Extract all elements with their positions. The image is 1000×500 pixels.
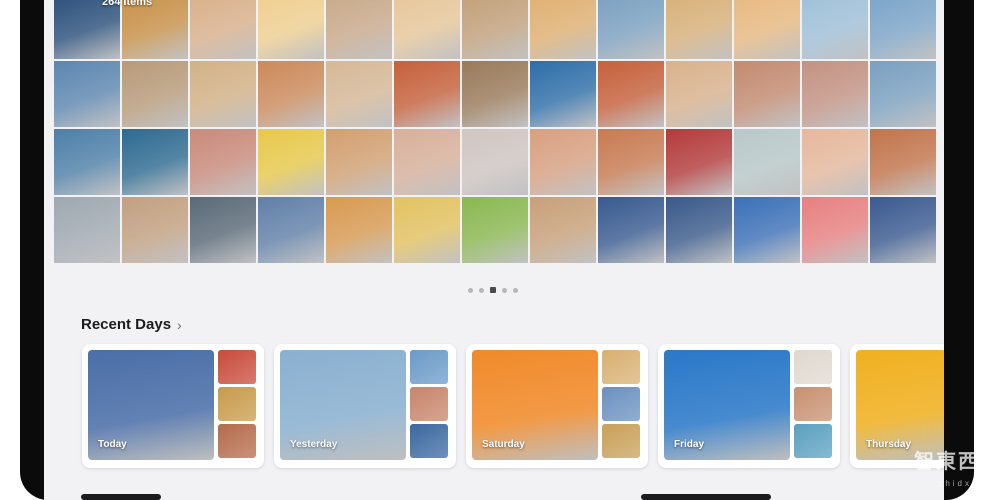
recent-day-card[interactable]: Friday bbox=[658, 344, 840, 468]
photo-thumbnail[interactable] bbox=[734, 61, 800, 127]
photo-thumbnail[interactable] bbox=[122, 0, 188, 59]
photo-thumbnail[interactable] bbox=[802, 129, 868, 195]
photo-thumbnail[interactable] bbox=[54, 129, 120, 195]
day-side-thumbnails bbox=[602, 350, 640, 462]
grid-pager[interactable] bbox=[468, 287, 518, 293]
photo-thumbnail[interactable] bbox=[598, 197, 664, 263]
side-thumbnail bbox=[218, 350, 256, 384]
photo-thumbnail[interactable] bbox=[462, 61, 528, 127]
day-label: Saturday bbox=[482, 439, 525, 450]
day-side-thumbnails bbox=[410, 350, 448, 462]
side-thumbnail bbox=[602, 424, 640, 458]
day-side-thumbnails bbox=[218, 350, 256, 462]
recent-day-card[interactable]: Today bbox=[82, 344, 264, 468]
pager-dot[interactable] bbox=[468, 287, 473, 293]
photos-screen: 264 Items Recent Days › Today Yesterday Sa… bbox=[44, 0, 944, 500]
day-cover-photo: Thursday bbox=[856, 350, 944, 460]
day-side-thumbnails bbox=[794, 350, 832, 462]
photo-thumbnail[interactable] bbox=[122, 129, 188, 195]
photo-thumbnail[interactable] bbox=[530, 0, 596, 59]
photo-thumbnail[interactable] bbox=[598, 129, 664, 195]
side-thumbnail bbox=[794, 387, 832, 421]
photo-thumbnail[interactable] bbox=[666, 61, 732, 127]
photo-thumbnail[interactable] bbox=[54, 61, 120, 127]
photo-thumbnail[interactable] bbox=[54, 0, 120, 59]
photo-thumbnail[interactable] bbox=[54, 197, 120, 263]
photo-thumbnail[interactable] bbox=[190, 0, 256, 59]
photo-thumbnail[interactable] bbox=[734, 0, 800, 59]
side-thumbnail bbox=[218, 424, 256, 458]
recent-days-carousel[interactable]: Today Yesterday Saturday Friday Thursday bbox=[82, 344, 944, 468]
photo-thumbnail[interactable] bbox=[666, 197, 732, 263]
side-thumbnail bbox=[794, 350, 832, 384]
day-cover-photo: Today bbox=[88, 350, 214, 460]
photo-thumbnail[interactable] bbox=[394, 129, 460, 195]
side-thumbnail bbox=[410, 387, 448, 421]
recent-days-title: Recent Days bbox=[81, 316, 172, 333]
photo-thumbnail[interactable] bbox=[122, 61, 188, 127]
pager-dot[interactable] bbox=[513, 287, 518, 293]
side-thumbnail bbox=[410, 350, 448, 384]
pager-dot[interactable] bbox=[502, 287, 507, 293]
photo-thumbnail[interactable] bbox=[258, 61, 324, 127]
next-section-headers bbox=[81, 492, 941, 500]
photo-thumbnail[interactable] bbox=[530, 61, 596, 127]
photo-thumbnail[interactable] bbox=[462, 129, 528, 195]
photo-thumbnail[interactable] bbox=[122, 197, 188, 263]
photo-thumbnail[interactable] bbox=[870, 0, 936, 59]
photo-thumbnail[interactable] bbox=[190, 197, 256, 263]
photo-thumbnail[interactable] bbox=[802, 0, 868, 59]
photo-thumbnail[interactable] bbox=[870, 197, 936, 263]
photo-thumbnail[interactable] bbox=[258, 197, 324, 263]
photo-thumbnail[interactable] bbox=[734, 129, 800, 195]
side-thumbnail bbox=[602, 350, 640, 384]
day-cover-photo: Friday bbox=[664, 350, 790, 460]
side-thumbnail bbox=[602, 387, 640, 421]
side-thumbnail bbox=[218, 387, 256, 421]
photo-thumbnail[interactable] bbox=[666, 129, 732, 195]
photo-thumbnail[interactable] bbox=[462, 0, 528, 59]
watermark-logo: 智東西 bbox=[914, 451, 980, 473]
photo-thumbnail[interactable] bbox=[598, 61, 664, 127]
photo-thumbnail[interactable] bbox=[394, 61, 460, 127]
photo-thumbnail[interactable] bbox=[258, 129, 324, 195]
photo-thumbnail[interactable] bbox=[462, 197, 528, 263]
day-label: Thursday bbox=[866, 439, 912, 450]
photo-thumbnail[interactable] bbox=[258, 0, 324, 59]
photo-grid bbox=[54, 0, 944, 271]
day-cover-photo: Saturday bbox=[472, 350, 598, 460]
photo-thumbnail[interactable] bbox=[870, 61, 936, 127]
photo-thumbnail[interactable] bbox=[530, 197, 596, 263]
photo-thumbnail[interactable] bbox=[802, 197, 868, 263]
photo-thumbnail[interactable] bbox=[326, 129, 392, 195]
photo-thumbnail[interactable] bbox=[326, 0, 392, 59]
photo-thumbnail[interactable] bbox=[394, 197, 460, 263]
photo-thumbnail[interactable] bbox=[598, 0, 664, 59]
photo-thumbnail[interactable] bbox=[802, 61, 868, 127]
day-label: Today bbox=[98, 439, 127, 450]
photo-thumbnail[interactable] bbox=[326, 61, 392, 127]
day-label: Yesterday bbox=[290, 439, 338, 450]
grid-view-icon[interactable] bbox=[490, 287, 496, 293]
day-label: Friday bbox=[674, 439, 705, 450]
photo-thumbnail[interactable] bbox=[870, 129, 936, 195]
pager-dot[interactable] bbox=[479, 287, 484, 293]
photo-thumbnail[interactable] bbox=[394, 0, 460, 59]
recent-day-card[interactable]: Saturday bbox=[466, 344, 648, 468]
chevron-right-icon: › bbox=[177, 316, 182, 333]
photo-thumbnail[interactable] bbox=[190, 129, 256, 195]
library-item-count: 264 Items bbox=[102, 0, 153, 8]
side-thumbnail bbox=[794, 424, 832, 458]
recent-days-header[interactable]: Recent Days › bbox=[81, 316, 182, 333]
photo-thumbnail[interactable] bbox=[666, 0, 732, 59]
photo-thumbnail[interactable] bbox=[326, 197, 392, 263]
side-thumbnail bbox=[410, 424, 448, 458]
recent-day-card[interactable]: Yesterday bbox=[274, 344, 456, 468]
day-cover-photo: Yesterday bbox=[280, 350, 406, 460]
photo-thumbnail[interactable] bbox=[734, 197, 800, 263]
watermark-sub: zhidx bbox=[938, 479, 972, 488]
photo-thumbnail[interactable] bbox=[190, 61, 256, 127]
photo-thumbnail[interactable] bbox=[530, 129, 596, 195]
